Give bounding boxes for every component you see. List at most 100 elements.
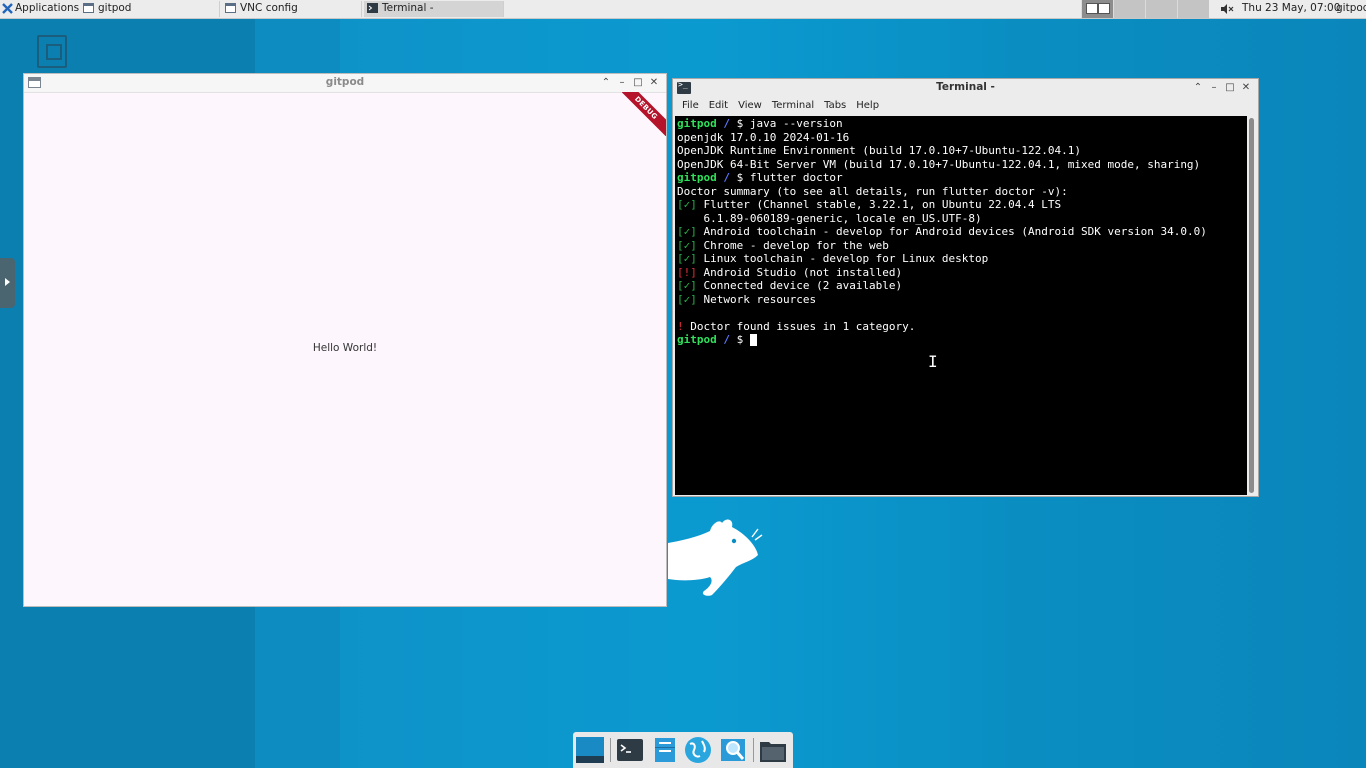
check-text: Connected device (2 available) — [696, 279, 903, 292]
terminal-line: gitpod / $ flutter doctor — [677, 171, 843, 184]
workspace-4[interactable] — [1177, 0, 1209, 18]
terminal-line: [✓] Chrome - develop for the web — [677, 239, 889, 252]
terminal-line: [✓] Flutter (Channel stable, 3.22.1, on … — [677, 198, 1061, 211]
command-text: $ flutter doctor — [730, 171, 843, 184]
terminal-output[interactable]: gitpod / $ java --version openjdk 17.0.1… — [675, 116, 1247, 495]
file-manager-icon[interactable] — [651, 736, 679, 764]
taskbar-item-label: Terminal - — [382, 2, 434, 14]
terminal-line: ! Doctor found issues in 1 category. — [677, 320, 915, 333]
web-browser-icon[interactable] — [684, 736, 712, 764]
taskbar-item-terminal[interactable]: Terminal - — [364, 1, 504, 17]
command-text: $ — [730, 333, 750, 346]
clock[interactable]: Thu 23 May, 07:00 — [1242, 0, 1340, 18]
xfce-mouse-wallpaper-icon — [668, 519, 763, 596]
menu-file[interactable]: File — [677, 97, 704, 115]
terminal-line: 6.1.89-060189-generic, locale en_US.UTF-… — [677, 211, 982, 225]
terminal-line: OpenJDK Runtime Environment (build 17.0.… — [677, 144, 1081, 157]
check-warn-mark: [!] — [677, 265, 697, 279]
maximize-button[interactable]: □ — [1224, 81, 1236, 94]
shade-button[interactable]: ⌃ — [600, 76, 612, 89]
terminal-line: OpenJDK 64-Bit Server VM (build 17.0.10+… — [677, 157, 1201, 171]
terminal-line: Doctor summary (to see all details, run … — [677, 184, 1068, 198]
prompt-user: gitpod — [677, 117, 717, 130]
workspace-3[interactable] — [1145, 0, 1177, 18]
desktop-launcher-icon[interactable] — [37, 35, 67, 68]
close-button[interactable]: ✕ — [1240, 81, 1252, 94]
hello-text: Hello World! — [312, 342, 378, 354]
terminal-line: openjdk 17.0.10 2024-01-16 — [677, 130, 850, 144]
taskbar-item-vnc-config[interactable]: VNC config — [222, 1, 362, 17]
window-titlebar[interactable]: gitpod ⌃ – □ ✕ — [24, 74, 666, 93]
volume-muted-icon[interactable] — [1220, 3, 1234, 15]
menu-terminal[interactable]: Terminal — [767, 97, 819, 115]
terminal-line: gitpod / $ java --version — [677, 117, 843, 130]
terminal-line: gitpod / $ — [677, 333, 757, 346]
terminal-scrollbar[interactable] — [1247, 116, 1257, 495]
show-desktop-icon[interactable] — [576, 736, 604, 764]
issue-text: Doctor found issues in 1 category. — [683, 319, 916, 333]
check-ok-mark: [✓] — [677, 279, 697, 292]
prompt-user: gitpod — [677, 171, 717, 184]
check-ok-mark: [✓] — [677, 198, 697, 211]
check-text: Network resources — [696, 292, 817, 306]
terminal-line: [✓] Linux toolchain - develop for Linux … — [677, 252, 988, 265]
command-text: $ java --version — [730, 117, 843, 130]
user-menu[interactable]: gitpod — [1336, 0, 1366, 18]
debug-banner: DEBUG — [622, 92, 666, 136]
menu-help[interactable]: Help — [851, 97, 884, 115]
window-titlebar[interactable]: Terminal - ⌃ – □ ✕ — [673, 79, 1258, 97]
taskbar-item-label: VNC config — [240, 2, 298, 14]
terminal-line: [!] Android Studio (not installed) — [677, 266, 902, 279]
minimize-button[interactable]: – — [616, 76, 628, 89]
terminal-line: [✓] Network resources — [677, 293, 816, 306]
menu-view[interactable]: View — [733, 97, 767, 115]
check-ok-mark: [✓] — [677, 252, 697, 265]
shade-button[interactable]: ⌃ — [1192, 81, 1204, 94]
check-ok-mark: [✓] — [677, 292, 697, 306]
taskbar-item-gitpod[interactable]: gitpod — [80, 1, 220, 17]
prompt-user: gitpod — [677, 333, 717, 346]
xfce-logo-icon — [2, 3, 13, 14]
scrollbar-thumb[interactable] — [1249, 118, 1254, 493]
check-text: Android toolchain - develop for Android … — [696, 225, 1207, 238]
flutter-app-window: gitpod ⌃ – □ ✕ DEBUG Hello World! — [23, 73, 667, 607]
terminal-icon[interactable] — [616, 736, 644, 764]
text-cursor — [749, 334, 757, 346]
check-ok-mark: [✓] — [677, 225, 697, 238]
issue-mark: ! — [677, 319, 684, 333]
mouse-ibeam-cursor-icon: I — [928, 352, 938, 371]
window-title: Terminal - — [936, 81, 995, 93]
window-title: gitpod — [325, 76, 365, 88]
dock-separator — [610, 738, 611, 762]
workspace-2[interactable] — [1113, 0, 1145, 18]
prompt-path: / — [723, 117, 730, 130]
applications-menu[interactable]: Applications ⁝ — [2, 0, 89, 18]
menu-tabs[interactable]: Tabs — [819, 97, 851, 115]
close-button[interactable]: ✕ — [648, 76, 660, 89]
check-text: Flutter (Channel stable, 3.22.1, on Ubun… — [696, 198, 1062, 211]
app-finder-icon[interactable] — [719, 736, 747, 764]
prompt-path: / — [723, 333, 730, 346]
debug-banner-label: DEBUG — [622, 92, 666, 136]
terminal-line: [✓] Connected device (2 available) — [677, 279, 902, 292]
applications-label: Applications — [15, 2, 80, 14]
window-icon — [225, 3, 236, 13]
folder-icon[interactable] — [759, 736, 787, 764]
bottom-dock — [573, 732, 793, 768]
workspace-1[interactable] — [1081, 0, 1113, 18]
dock-separator — [753, 738, 754, 762]
minimize-button[interactable]: – — [1208, 81, 1220, 94]
terminal-window: Terminal - ⌃ – □ ✕ File Edit View Termin… — [672, 78, 1259, 497]
side-panel-handle[interactable] — [0, 258, 15, 308]
menu-edit[interactable]: Edit — [704, 97, 733, 115]
check-text: Linux toolchain - develop for Linux desk… — [696, 252, 989, 265]
window-icon — [83, 3, 94, 13]
check-text: Android Studio (not installed) — [696, 265, 903, 279]
check-text: Chrome - develop for the web — [696, 238, 889, 252]
taskbar-item-label: gitpod — [98, 2, 132, 14]
terminal-line: [✓] Android toolchain - develop for Andr… — [677, 225, 1207, 238]
top-panel: Applications ⁝ gitpod VNC config Termina… — [0, 0, 1366, 19]
terminal-icon — [367, 3, 378, 13]
maximize-button[interactable]: □ — [632, 76, 644, 89]
terminal-menubar: File Edit View Terminal Tabs Help — [673, 97, 1258, 115]
